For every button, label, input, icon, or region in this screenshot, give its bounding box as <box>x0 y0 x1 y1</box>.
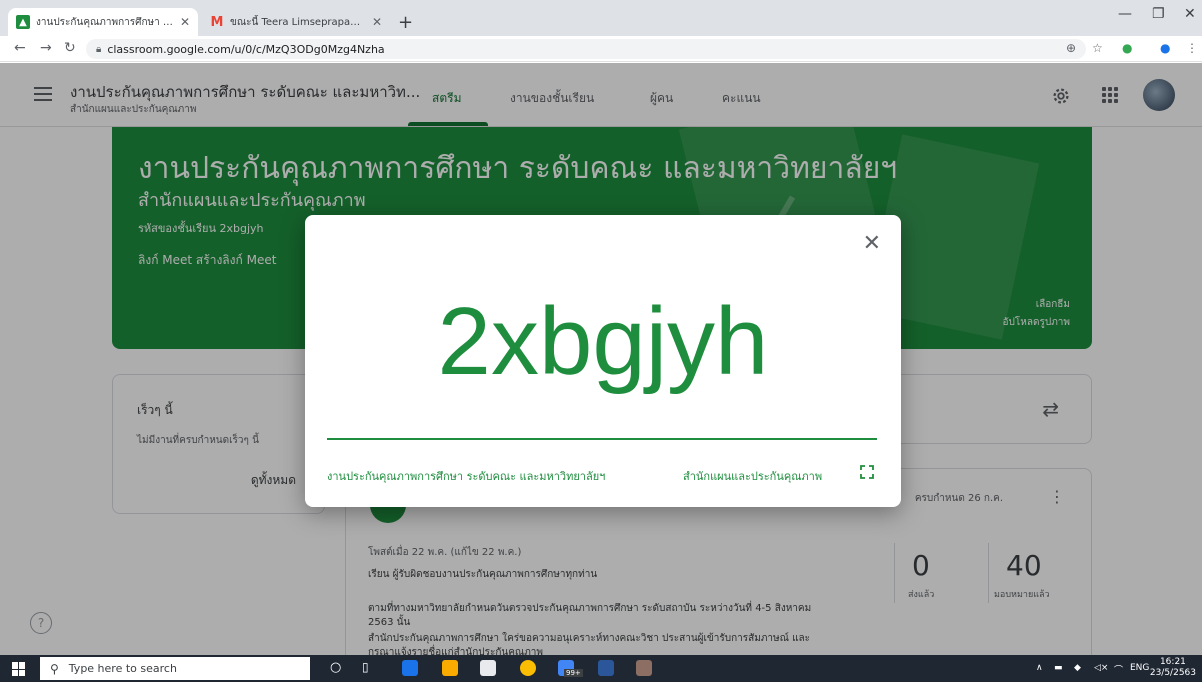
cortana-icon[interactable]: ○ <box>330 660 341 675</box>
edge-icon[interactable] <box>402 660 418 676</box>
taskbar-clock[interactable]: 16:21 23/5/2563 <box>1150 657 1196 679</box>
gmail-favicon-icon: M <box>210 14 224 30</box>
notification-badge: 99+ <box>564 669 583 677</box>
clock-time: 16:21 <box>1159 657 1186 667</box>
close-tab-icon[interactable]: ✕ <box>180 15 190 29</box>
task-view-icon[interactable]: ▯ <box>362 660 369 674</box>
windows-taskbar: ⚲ Type here to search ○ ▯ 99+ ∧ ▬ ◆ ◁× ⌒… <box>0 655 1202 682</box>
dialog-divider <box>327 438 877 440</box>
tab-title: งานประกันคุณภาพการศึกษา ระดับคณะ <box>36 16 174 28</box>
search-icon: ⚲ <box>50 661 59 676</box>
extension-icon[interactable]: ● <box>1122 41 1132 55</box>
windows-start-icon[interactable] <box>12 662 26 676</box>
back-icon[interactable]: ← <box>14 40 26 56</box>
zoom-icon[interactable]: ⊕ <box>1066 41 1076 55</box>
tab-title: ขณะนี้ Teera Limseprapan กำลังเขียน <box>230 16 366 28</box>
close-tab-icon[interactable]: ✕ <box>372 15 382 29</box>
dialog-class-section: สำนักแผนและประกันคุณภาพ <box>683 470 823 483</box>
address-bar: ← → ↻ 🔒︎ classroom.google.com/u/0/c/MzQ3… <box>0 36 1202 62</box>
close-icon[interactable]: ✕ <box>863 231 881 256</box>
taskbar-search-field[interactable]: ⚲ Type here to search <box>40 657 310 680</box>
wifi-icon[interactable]: ⌒ <box>1114 663 1123 676</box>
app-icon[interactable] <box>636 660 652 676</box>
fullscreen-icon[interactable] <box>860 465 874 479</box>
clock-date: 23/5/2563 <box>1149 668 1196 678</box>
taskbar-search-placeholder: Type here to search <box>68 662 177 675</box>
browser-menu-icon[interactable]: ⋮ <box>1186 41 1198 55</box>
reload-icon[interactable]: ↻ <box>64 40 76 56</box>
dialog-class-name: งานประกันคุณภาพการศึกษา ระดับคณะ และมหาว… <box>327 470 606 483</box>
battery-icon[interactable]: ▬ <box>1054 663 1063 673</box>
close-window-icon[interactable]: ✕ <box>1184 6 1196 22</box>
browser-tab-classroom[interactable]: ▲ งานประกันคุณภาพการศึกษา ระดับคณะ ✕ <box>8 8 198 36</box>
class-code-display: 2xbgjyh <box>437 288 769 395</box>
browser-tab-strip: ▲ งานประกันคุณภาพการศึกษา ระดับคณะ ✕ M ข… <box>0 0 1202 36</box>
url-text: classroom.google.com/u/0/c/MzQ3ODg0Mzg4N… <box>107 42 385 56</box>
bookmark-star-icon[interactable]: ☆ <box>1092 41 1103 55</box>
tray-expand-icon[interactable]: ∧ <box>1036 663 1043 673</box>
browser-tab-gmail[interactable]: M ขณะนี้ Teera Limseprapan กำลังเขียน ✕ <box>202 8 390 36</box>
classroom-favicon-icon: ▲ <box>16 15 30 29</box>
word-icon[interactable] <box>598 660 614 676</box>
minimize-icon[interactable]: — <box>1118 6 1132 22</box>
language-indicator[interactable]: ENG <box>1130 663 1149 673</box>
file-explorer-icon[interactable] <box>442 660 458 676</box>
network-icon[interactable]: ◆ <box>1074 663 1081 673</box>
new-tab-button[interactable]: + <box>398 12 413 33</box>
chrome-icon[interactable] <box>520 660 536 676</box>
forward-icon[interactable]: → <box>40 40 52 56</box>
store-icon[interactable] <box>480 660 496 676</box>
url-field[interactable]: 🔒︎ classroom.google.com/u/0/c/MzQ3ODg0Mz… <box>86 39 1086 59</box>
restore-icon[interactable]: ❐ <box>1152 6 1165 22</box>
class-code-dialog: ✕ 2xbgjyh งานประกันคุณภาพการศึกษา ระดับค… <box>305 215 901 507</box>
profile-icon[interactable]: ● <box>1160 41 1170 55</box>
volume-icon[interactable]: ◁× <box>1094 663 1108 673</box>
lock-icon: 🔒︎ <box>96 43 102 55</box>
